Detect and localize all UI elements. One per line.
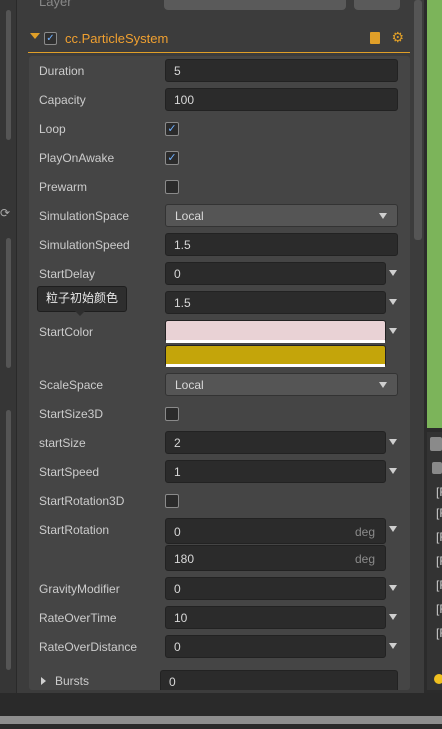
simulation-space-label: SimulationSpace xyxy=(39,209,130,223)
start-rotation-label: StartRotation xyxy=(39,523,110,537)
simulation-space-value: Local xyxy=(175,209,204,223)
duration-label: Duration xyxy=(39,64,85,78)
bursts-row: Bursts 0 xyxy=(29,670,410,690)
status-strip xyxy=(0,716,442,724)
start-color-label: StartColor xyxy=(39,325,94,339)
chevron-down-icon xyxy=(379,213,387,219)
console-entry[interactable]: [F xyxy=(436,602,442,616)
tooltip: 粒子初始颜色 xyxy=(37,286,127,312)
start-size-label: startSize xyxy=(39,436,86,450)
gravity-modifier-mode-caret-icon[interactable] xyxy=(389,585,397,591)
start-lifetime-input[interactable]: 1.5 xyxy=(165,291,386,314)
rate-over-distance-mode-caret-icon[interactable] xyxy=(389,643,397,649)
start-size-3d-label: StartSize3D xyxy=(39,407,104,421)
start-rotation-3d-checkbox[interactable] xyxy=(165,494,179,508)
folder-icon[interactable] xyxy=(430,437,442,451)
layer-select[interactable] xyxy=(164,0,346,10)
left-scrollbar-mid[interactable] xyxy=(6,238,11,368)
loop-checkbox[interactable]: ✓ xyxy=(165,122,179,136)
scene-view[interactable] xyxy=(427,0,442,428)
start-rotation-3d-label: StartRotation3D xyxy=(39,494,125,508)
start-rotation-max-input[interactable]: 180 deg xyxy=(165,545,386,571)
start-rotation-mode-caret-icon[interactable] xyxy=(389,526,397,532)
bursts-label: Bursts xyxy=(55,674,90,688)
gravity-modifier-label: GravityModifier xyxy=(39,582,120,596)
rate-over-distance-input[interactable]: 0 xyxy=(165,635,386,658)
start-rotation-min-value: 0 xyxy=(174,525,181,539)
rate-over-time-label: RateOverTime xyxy=(39,611,117,625)
start-speed-label: StartSpeed xyxy=(39,465,100,479)
component-title: cc.ParticleSystem xyxy=(65,31,169,46)
gear-icon[interactable]: ⚙ xyxy=(391,29,404,46)
loop-label: Loop xyxy=(39,122,66,136)
duration-input[interactable]: 5 xyxy=(165,59,398,82)
component-header[interactable]: ✓ cc.ParticleSystem ⚙ xyxy=(28,28,410,53)
rate-over-distance-label: RateOverDistance xyxy=(39,640,138,654)
scale-space-value: Local xyxy=(175,378,204,392)
inspector-scrollbar[interactable] xyxy=(414,0,422,240)
start-color-max-alpha-bar xyxy=(166,364,385,367)
start-rotation-min-input[interactable]: 0 deg xyxy=(165,518,386,544)
console-entry[interactable]: [F xyxy=(436,530,442,544)
start-size-3d-checkbox[interactable] xyxy=(165,407,179,421)
simulation-speed-label: SimulationSpeed xyxy=(39,238,130,252)
start-lifetime-mode-caret-icon[interactable] xyxy=(389,299,397,305)
fold-arrow-icon[interactable] xyxy=(30,33,40,39)
left-scrollbar-top[interactable] xyxy=(6,10,11,140)
simulation-space-select[interactable]: Local xyxy=(165,204,398,227)
prewarm-label: Prewarm xyxy=(39,180,88,194)
play-on-awake-checkbox[interactable]: ✓ xyxy=(165,151,179,165)
left-panel-strip: ⟳ xyxy=(0,0,17,693)
console-entry[interactable]: [F xyxy=(436,506,442,520)
left-scrollbar-bottom[interactable] xyxy=(6,410,11,670)
refresh-icon[interactable]: ⟳ xyxy=(0,206,14,226)
start-rotation-min-unit: deg xyxy=(354,525,375,539)
simulation-speed-input[interactable]: 1.5 xyxy=(165,233,398,256)
start-color-min-swatch[interactable] xyxy=(165,320,386,342)
help-doc-icon[interactable] xyxy=(370,32,380,44)
scale-space-label: ScaleSpace xyxy=(39,378,104,392)
bursts-count-input[interactable]: 0 xyxy=(160,670,398,690)
user-icon[interactable] xyxy=(432,462,442,474)
start-delay-input[interactable]: 0 xyxy=(165,262,386,285)
prewarm-checkbox[interactable] xyxy=(165,180,179,194)
start-rotation-max-value: 180 xyxy=(174,552,195,566)
layer-label: Layer xyxy=(39,0,72,9)
start-size-input[interactable]: 2 xyxy=(165,431,386,454)
console-entry[interactable]: [F xyxy=(436,485,442,499)
rate-over-time-mode-caret-icon[interactable] xyxy=(389,614,397,620)
chevron-down-icon xyxy=(379,382,387,388)
play-on-awake-label: PlayOnAwake xyxy=(39,151,115,165)
capacity-input[interactable]: 100 xyxy=(165,88,398,111)
warning-icon xyxy=(434,674,442,684)
tooltip-tail xyxy=(74,310,86,316)
console-entry[interactable]: [F xyxy=(436,626,442,640)
gravity-modifier-input[interactable]: 0 xyxy=(165,577,386,600)
start-delay-mode-caret-icon[interactable] xyxy=(389,270,397,276)
start-rotation-max-unit: deg xyxy=(354,552,375,566)
capacity-label: Capacity xyxy=(39,93,86,107)
start-speed-input[interactable]: 1 xyxy=(165,460,386,483)
console-entry[interactable]: [F xyxy=(436,554,442,568)
start-color-mode-caret-icon[interactable] xyxy=(389,328,397,334)
console-entry[interactable]: [F xyxy=(436,578,442,592)
start-delay-label: StartDelay xyxy=(39,267,96,281)
scale-space-select[interactable]: Local xyxy=(165,373,398,396)
start-size-mode-caret-icon[interactable] xyxy=(389,439,397,445)
start-color-alpha-bar xyxy=(166,340,385,343)
start-speed-mode-caret-icon[interactable] xyxy=(389,468,397,474)
rate-over-time-input[interactable]: 10 xyxy=(165,606,386,629)
component-enabled-checkbox[interactable]: ✓ xyxy=(44,32,57,45)
bursts-expand-icon[interactable] xyxy=(41,677,46,685)
layer-edit-button[interactable] xyxy=(354,0,400,10)
